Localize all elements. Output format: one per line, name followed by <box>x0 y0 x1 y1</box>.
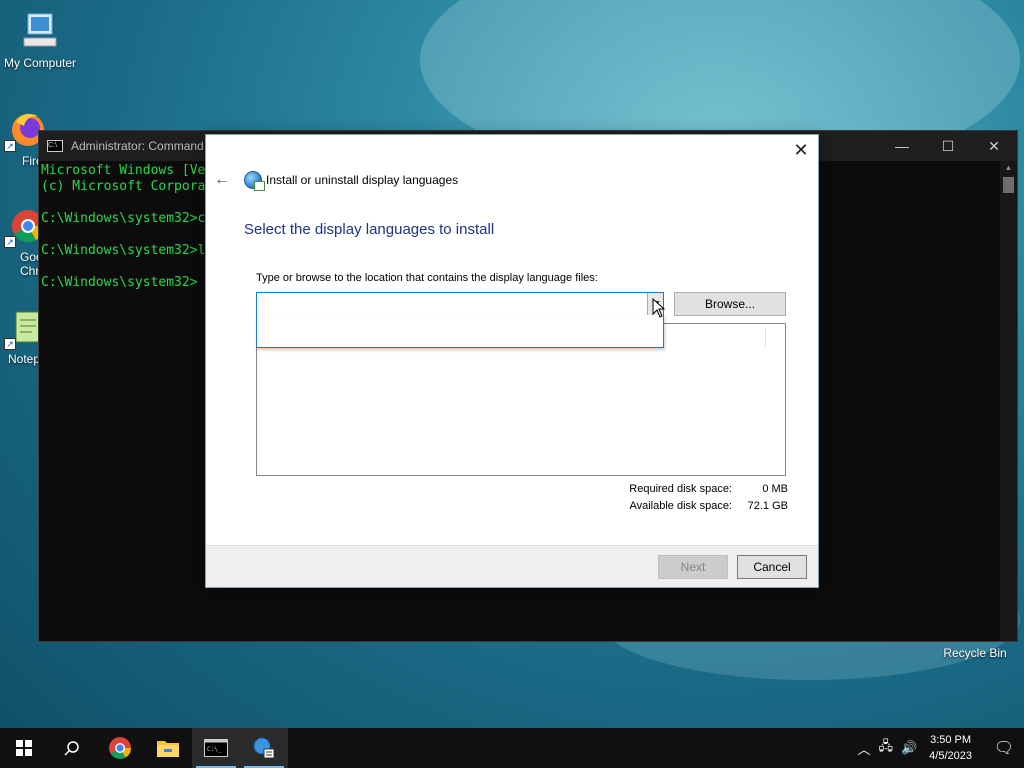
clock-date: 4/5/2023 <box>929 750 972 762</box>
clock[interactable]: 3:50 PM 4/5/2023 <box>929 732 972 764</box>
next-button[interactable]: Next <box>658 555 728 579</box>
taskbar-command-prompt[interactable]: C:\_ <box>192 728 240 768</box>
available-disk-space-value: 72.1 GB <box>747 500 788 512</box>
available-disk-space-label: Available disk space: <box>629 500 732 512</box>
taskbar: C:\_ ︿ 🖧 🔊 3:50 PM 4/5/2023 🗨 <box>0 728 1024 768</box>
svg-text:C:\_: C:\_ <box>207 746 222 753</box>
scrollbar-thumb[interactable] <box>1003 177 1014 193</box>
close-button[interactable]: ✕ <box>971 138 1017 155</box>
required-disk-space-value: 0 MB <box>762 483 788 495</box>
desktop-icon-label: Goo Chro <box>20 250 47 278</box>
location-path-combobox[interactable] <box>256 292 664 316</box>
minimize-button[interactable]: — <box>879 138 925 155</box>
maximize-button[interactable]: ☐ <box>925 138 971 155</box>
desktop-icon-label: My Computer <box>3 56 77 70</box>
dialog-footer: Next Cancel <box>206 545 818 587</box>
desktop-icon-my-computer[interactable]: My Computer <box>0 10 80 70</box>
install-display-languages-dialog[interactable]: ✕ ← Install or uninstall display languag… <box>205 134 819 588</box>
back-arrow-icon[interactable]: ← <box>214 171 230 189</box>
taskbar-file-explorer[interactable] <box>144 728 192 768</box>
search-icon <box>64 741 79 756</box>
taskbar-chrome[interactable] <box>96 728 144 768</box>
network-icon[interactable]: 🖧 <box>878 737 893 759</box>
shortcut-arrow-icon: ↗ <box>4 140 16 152</box>
volume-icon[interactable]: 🔊 <box>901 740 917 756</box>
language-globe-icon <box>244 171 265 191</box>
start-button[interactable] <box>0 728 48 768</box>
console-title: Administrator: Command <box>71 139 204 153</box>
dialog-close-button[interactable]: ✕ <box>792 141 810 159</box>
command-prompt-icon: C:\ <box>47 140 63 152</box>
available-disk-space: Available disk space: 72.1 GB <box>592 500 788 512</box>
computer-icon <box>18 10 62 54</box>
scroll-up-icon[interactable]: ▲ <box>1000 163 1017 172</box>
mouse-cursor-icon <box>652 297 666 323</box>
start-icon <box>16 740 32 756</box>
command-prompt-icon: C:\_ <box>204 739 228 757</box>
notification-center-icon[interactable]: 🗨 <box>984 738 1024 758</box>
chevron-up-icon[interactable]: ︿ <box>857 739 870 758</box>
required-disk-space-label: Required disk space: <box>629 483 732 495</box>
location-instruction: Type or browse to the location that cont… <box>256 272 598 284</box>
language-settings-icon <box>253 737 275 759</box>
file-explorer-icon <box>157 741 179 757</box>
dialog-heading: Select the display languages to install <box>244 221 495 238</box>
console-scrollbar[interactable]: ▲ <box>1000 161 1017 641</box>
dialog-title: Install or uninstall display languages <box>266 173 459 187</box>
required-disk-space: Required disk space: 0 MB <box>592 483 788 495</box>
taskbar-language-settings[interactable] <box>240 728 288 768</box>
column-divider <box>765 328 766 348</box>
search-button[interactable] <box>48 728 96 768</box>
browse-button[interactable]: Browse... <box>674 292 786 316</box>
shortcut-arrow-icon: ↗ <box>4 338 16 350</box>
shortcut-arrow-icon: ↗ <box>4 236 16 248</box>
cancel-button[interactable]: Cancel <box>737 555 807 579</box>
chrome-icon <box>109 737 131 759</box>
clock-time: 3:50 PM <box>930 734 972 746</box>
location-dropdown-list[interactable] <box>256 315 664 348</box>
desktop-icon-label: Recycle Bin <box>943 646 1007 660</box>
